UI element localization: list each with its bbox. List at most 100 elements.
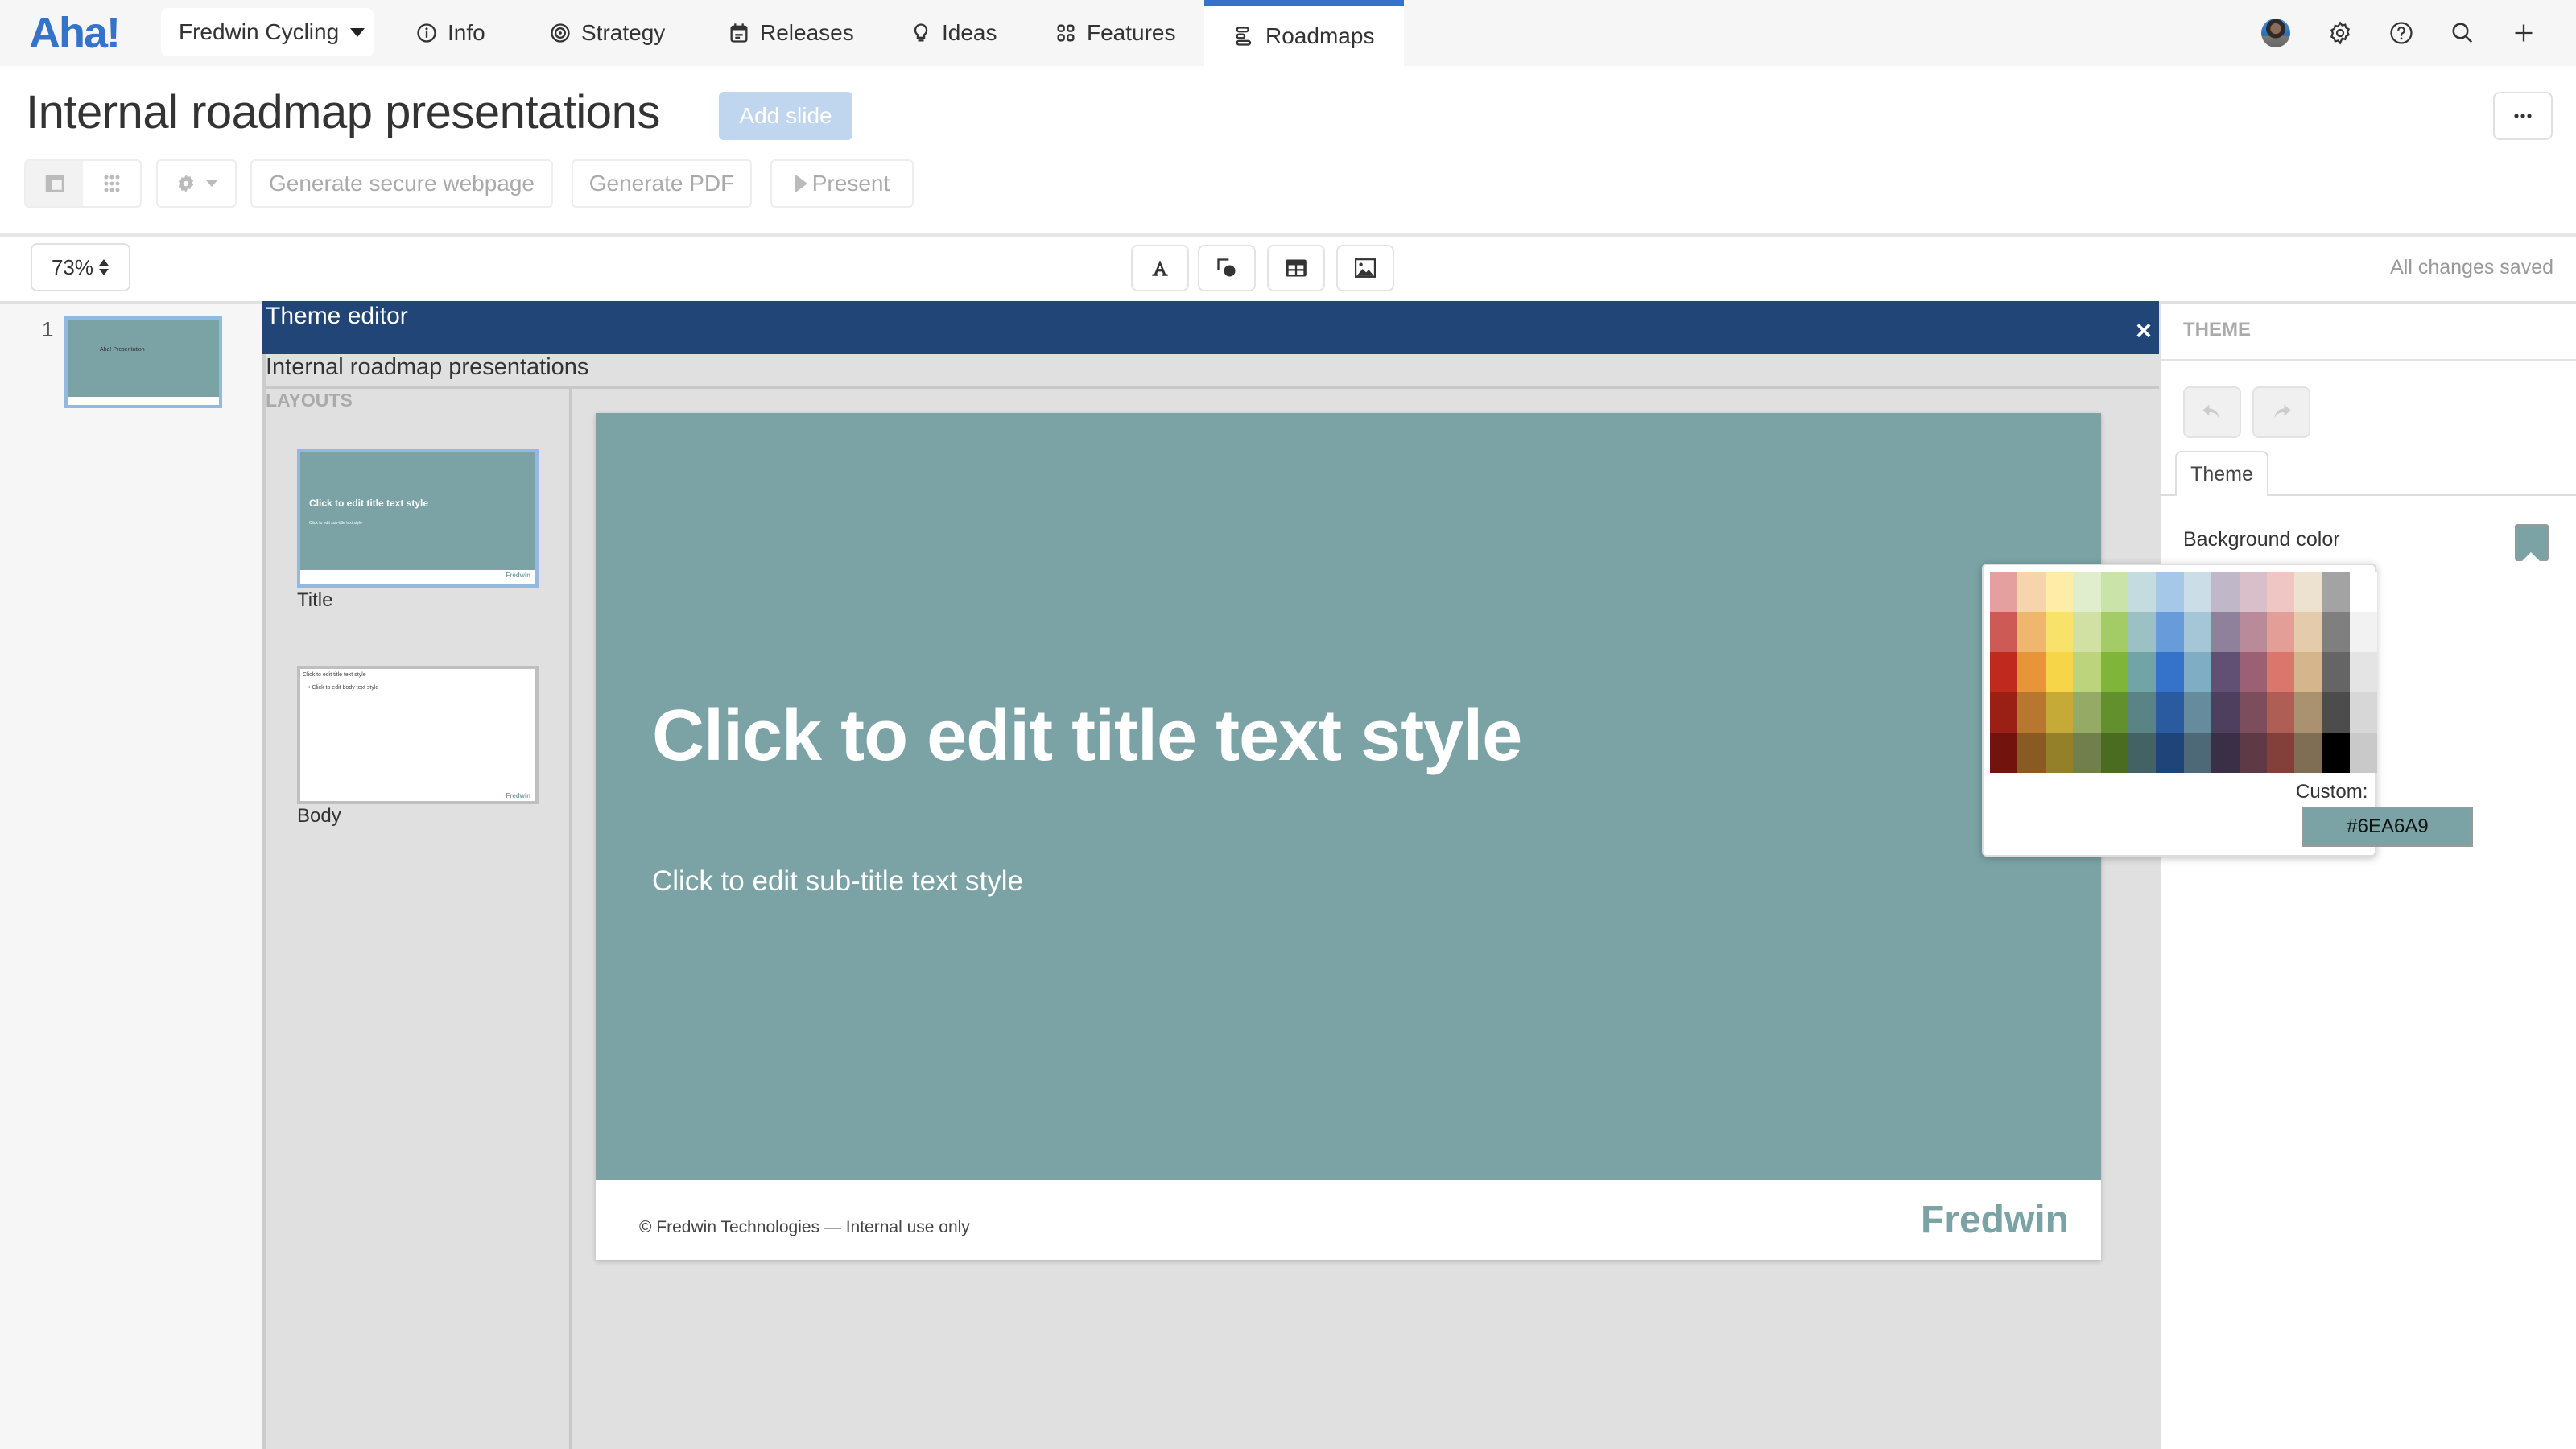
tab-ideas[interactable]: Ideas <box>910 0 997 66</box>
tab-releases[interactable]: Releases <box>728 0 854 66</box>
generate-webpage-button[interactable]: Generate secure webpage <box>250 159 553 208</box>
color-swatch[interactable] <box>2239 572 2267 612</box>
slide-footer-text[interactable]: © Fredwin Technologies — Internal use on… <box>639 1218 970 1237</box>
color-swatch[interactable] <box>2073 692 2101 733</box>
zoom-select[interactable]: 73% <box>31 243 130 291</box>
single-view-button[interactable] <box>26 161 83 206</box>
color-swatch[interactable] <box>2239 733 2267 773</box>
color-swatch[interactable] <box>2100 692 2128 733</box>
color-swatch[interactable] <box>2017 692 2046 733</box>
color-swatch[interactable] <box>2128 572 2157 612</box>
color-swatch[interactable] <box>2183 572 2212 612</box>
color-swatch[interactable] <box>2322 612 2351 652</box>
undo-button[interactable] <box>2183 386 2241 438</box>
grid-view-button[interactable] <box>83 161 140 206</box>
color-swatch[interactable] <box>2156 612 2184 652</box>
help-button[interactable] <box>2386 18 2417 48</box>
color-swatch[interactable] <box>2045 692 2074 733</box>
insert-table-button[interactable] <box>1267 245 1325 291</box>
color-swatch[interactable] <box>2045 652 2074 692</box>
color-swatch[interactable] <box>2211 733 2240 773</box>
color-swatch[interactable] <box>2017 733 2046 773</box>
add-slide-button[interactable]: Add slide <box>719 92 852 140</box>
tab-features[interactable]: Features <box>1055 0 1176 66</box>
color-swatch[interactable] <box>2156 692 2184 733</box>
insert-text-button[interactable] <box>1131 245 1189 291</box>
color-swatch[interactable] <box>2156 733 2184 773</box>
color-swatch[interactable] <box>2322 692 2351 733</box>
tab-theme[interactable]: Theme <box>2175 451 2268 496</box>
color-swatch[interactable] <box>2322 733 2351 773</box>
color-swatch[interactable] <box>2211 612 2240 652</box>
slide-footer-brand[interactable]: Fredwin <box>1921 1198 2069 1242</box>
color-swatch[interactable] <box>2073 652 2101 692</box>
tab-info[interactable]: Info <box>415 0 485 66</box>
close-icon[interactable]: × <box>2136 316 2152 347</box>
color-swatch[interactable] <box>2294 612 2322 652</box>
color-swatch[interactable] <box>1990 692 2018 733</box>
custom-color-input[interactable]: #6EA6A9 <box>2302 807 2473 847</box>
color-swatch[interactable] <box>2045 733 2074 773</box>
color-swatch[interactable] <box>2239 612 2267 652</box>
color-swatch[interactable] <box>2128 652 2157 692</box>
generate-pdf-button[interactable]: Generate PDF <box>572 159 752 208</box>
slide-thumbnail[interactable]: Aha! Presentation <box>64 316 222 408</box>
present-button[interactable]: Present <box>770 159 914 208</box>
color-swatch[interactable] <box>2128 733 2157 773</box>
color-swatch[interactable] <box>2183 612 2212 652</box>
layout-card-body[interactable]: Click to edit title text style • Click t… <box>297 666 539 804</box>
color-swatch[interactable] <box>1990 612 2018 652</box>
slide-canvas[interactable]: Click to edit title text style Click to … <box>596 413 2101 1260</box>
color-swatch[interactable] <box>2100 572 2128 612</box>
workspace-selector[interactable]: Fredwin Cycling <box>161 8 374 56</box>
color-swatch[interactable] <box>2100 652 2128 692</box>
color-swatch[interactable] <box>2266 733 2295 773</box>
insert-shape-button[interactable] <box>1198 245 1256 291</box>
color-swatch[interactable] <box>1990 733 2018 773</box>
color-swatch[interactable] <box>2350 612 2378 652</box>
color-swatch[interactable] <box>2045 612 2074 652</box>
color-swatch[interactable] <box>1990 572 2018 612</box>
color-swatch[interactable] <box>2266 692 2295 733</box>
color-swatch[interactable] <box>2350 733 2378 773</box>
color-swatch[interactable] <box>2017 652 2046 692</box>
add-button[interactable] <box>2508 18 2539 48</box>
color-swatch[interactable] <box>1990 652 2018 692</box>
color-swatch[interactable] <box>2350 572 2378 612</box>
redo-button[interactable] <box>2252 386 2310 438</box>
color-swatch[interactable] <box>2100 733 2128 773</box>
color-swatch[interactable] <box>2294 572 2322 612</box>
color-swatch[interactable] <box>2073 612 2101 652</box>
color-swatch[interactable] <box>2266 652 2295 692</box>
color-swatch[interactable] <box>2350 652 2378 692</box>
color-swatch[interactable] <box>2017 572 2046 612</box>
color-swatch[interactable] <box>2239 692 2267 733</box>
aha-logo[interactable]: Aha! <box>29 8 121 58</box>
color-swatch[interactable] <box>2211 652 2240 692</box>
slide-title-placeholder[interactable]: Click to edit title text style <box>652 695 1522 778</box>
more-options-button[interactable] <box>2493 92 2553 140</box>
color-swatch[interactable] <box>2156 652 2184 692</box>
color-swatch[interactable] <box>2183 733 2212 773</box>
color-swatch[interactable] <box>2294 692 2322 733</box>
color-swatch[interactable] <box>2073 733 2101 773</box>
color-swatch[interactable] <box>2128 612 2157 652</box>
color-swatch[interactable] <box>2183 692 2212 733</box>
color-swatch[interactable] <box>2322 572 2351 612</box>
insert-image-button[interactable] <box>1336 245 1394 291</box>
tab-roadmaps[interactable]: Roadmaps <box>1204 0 1404 66</box>
search-button[interactable] <box>2447 18 2478 48</box>
color-swatch[interactable] <box>2322 652 2351 692</box>
color-swatch[interactable] <box>2183 652 2212 692</box>
user-avatar[interactable] <box>2261 19 2290 47</box>
color-swatch[interactable] <box>2350 692 2378 733</box>
color-swatch[interactable] <box>2294 733 2322 773</box>
color-swatch[interactable] <box>2211 692 2240 733</box>
settings-button[interactable] <box>2325 18 2355 48</box>
color-swatch[interactable] <box>2266 572 2295 612</box>
color-swatch[interactable] <box>2100 612 2128 652</box>
settings-dropdown-button[interactable] <box>156 159 237 208</box>
color-swatch[interactable] <box>2294 652 2322 692</box>
color-swatch[interactable] <box>2156 572 2184 612</box>
tab-strategy[interactable]: Strategy <box>549 0 665 66</box>
